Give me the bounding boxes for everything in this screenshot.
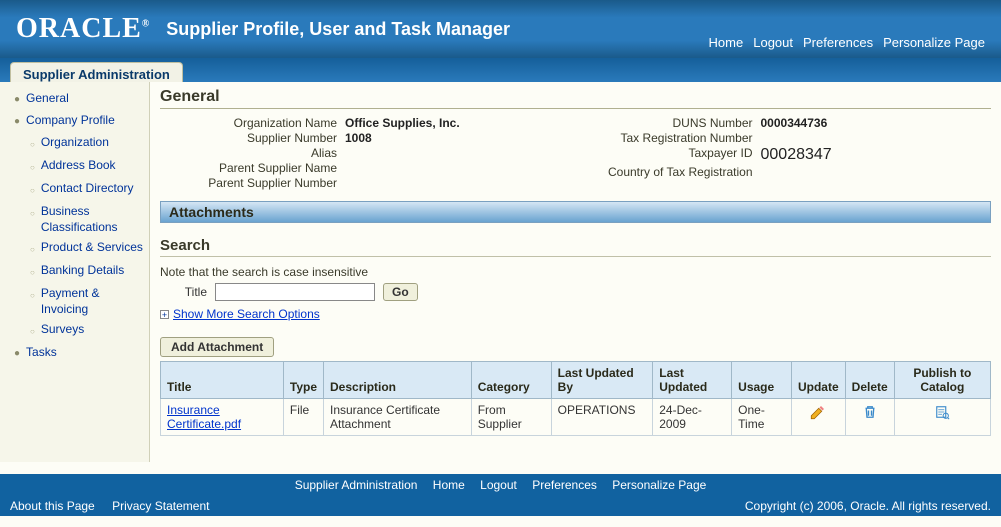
search-title-label: Title (160, 285, 215, 299)
col-description[interactable]: Description (324, 362, 472, 399)
nav-logout[interactable]: Logout (753, 35, 793, 50)
search-header: Search (160, 237, 991, 257)
label-tax-reg: Tax Registration Number (576, 131, 761, 145)
nav-home[interactable]: Home (709, 35, 744, 50)
ring-icon: ○ (30, 206, 35, 222)
label-alias: Alias (160, 146, 345, 160)
app-title: Supplier Profile, User and Task Manager (166, 19, 510, 40)
footer-about[interactable]: About this Page (10, 499, 95, 513)
attachments-table: Title Type Description Category Last Upd… (160, 361, 991, 436)
show-more-link[interactable]: Show More Search Options (173, 307, 320, 321)
footer-privacy[interactable]: Privacy Statement (112, 499, 209, 513)
cell-updated: 24-Dec-2009 (653, 399, 732, 436)
col-updated[interactable]: Last Updated (653, 362, 732, 399)
expand-icon: + (160, 310, 169, 319)
col-update[interactable]: Update (791, 362, 845, 399)
footer-links: Supplier Administration Home Logout Pref… (0, 474, 1001, 496)
ring-icon: ○ (30, 160, 35, 176)
bullet-icon: ● (14, 114, 20, 130)
label-country: Country of Tax Registration (576, 165, 761, 179)
search-title-input[interactable] (215, 283, 375, 301)
sidebar-tasks[interactable]: ●Tasks (0, 342, 149, 364)
publish-icon[interactable] (933, 410, 951, 424)
cell-usage: One-Time (732, 399, 792, 436)
ring-icon: ○ (30, 324, 35, 340)
go-button[interactable]: Go (383, 283, 418, 301)
sidebar-product-services[interactable]: ○Product & Services (0, 237, 149, 260)
general-details: Organization NameOffice Supplies, Inc. S… (160, 115, 991, 191)
sidebar-payment-invoicing[interactable]: ○Payment & Invoicing (0, 283, 149, 319)
nav-personalize[interactable]: Personalize Page (883, 35, 985, 50)
sidebar-surveys[interactable]: ○Surveys (0, 319, 149, 342)
top-nav: Home Logout Preferences Personalize Page (709, 35, 985, 50)
footer-supplier-admin[interactable]: Supplier Administration (295, 478, 418, 492)
cell-type: File (283, 399, 323, 436)
footer-home[interactable]: Home (433, 478, 465, 492)
tab-bar: Supplier Administration (0, 58, 1001, 82)
ring-icon: ○ (30, 183, 35, 199)
nav-preferences[interactable]: Preferences (803, 35, 873, 50)
sidebar-general[interactable]: ●General (0, 88, 149, 110)
col-type[interactable]: Type (283, 362, 323, 399)
sidebar-business-classifications[interactable]: ○Business Classifications (0, 201, 149, 237)
footer-copyright: Copyright (c) 2006, Oracle. All rights r… (745, 499, 991, 513)
value-taxpayer: 00028347 (761, 146, 832, 164)
label-parent-name: Parent Supplier Name (160, 161, 345, 175)
section-title-general: General (160, 88, 991, 109)
footer-personalize[interactable]: Personalize Page (612, 478, 706, 492)
oracle-logo: ORACLE® (16, 13, 150, 45)
attachment-title-link[interactable]: Insurance Certificate.pdf (167, 403, 241, 431)
add-attachment-button[interactable]: Add Attachment (160, 337, 274, 357)
search-note: Note that the search is case insensitive (160, 265, 991, 279)
col-publish[interactable]: Publish to Catalog (894, 362, 990, 399)
sidebar-organization[interactable]: ○Organization (0, 132, 149, 155)
content-area: General Organization NameOffice Supplies… (150, 82, 1001, 462)
label-org-name: Organization Name (160, 116, 345, 130)
attachments-header: Attachments (160, 201, 991, 223)
sidebar-address-book[interactable]: ○Address Book (0, 155, 149, 178)
footer-bottom: About this Page Privacy Statement Copyri… (0, 496, 1001, 516)
ring-icon: ○ (30, 288, 35, 304)
ring-icon: ○ (30, 242, 35, 258)
sidebar-contact-directory[interactable]: ○Contact Directory (0, 178, 149, 201)
value-org-name: Office Supplies, Inc. (345, 116, 460, 130)
col-delete[interactable]: Delete (845, 362, 894, 399)
ring-icon: ○ (30, 265, 35, 281)
col-updated-by[interactable]: Last Updated By (551, 362, 653, 399)
cell-updated-by: OPERATIONS (551, 399, 653, 436)
footer-preferences[interactable]: Preferences (532, 478, 597, 492)
cell-category: From Supplier (471, 399, 551, 436)
ring-icon: ○ (30, 137, 35, 153)
footer-logout[interactable]: Logout (480, 478, 517, 492)
cell-description: Insurance Certificate Attachment (324, 399, 472, 436)
sidebar: ●General ●Company Profile ○Organization … (0, 82, 150, 462)
label-supplier-num: Supplier Number (160, 131, 345, 145)
label-taxpayer: Taxpayer ID (576, 146, 761, 164)
bullet-icon: ● (14, 346, 20, 362)
value-duns: 0000344736 (761, 116, 828, 130)
sidebar-banking-details[interactable]: ○Banking Details (0, 260, 149, 283)
bullet-icon: ● (14, 92, 20, 108)
sidebar-company-profile[interactable]: ●Company Profile (0, 110, 149, 132)
col-usage[interactable]: Usage (732, 362, 792, 399)
table-row: Insurance Certificate.pdf File Insurance… (161, 399, 991, 436)
app-header: ORACLE® Supplier Profile, User and Task … (0, 0, 1001, 58)
value-supplier-num: 1008 (345, 131, 372, 145)
label-duns: DUNS Number (576, 116, 761, 130)
col-category[interactable]: Category (471, 362, 551, 399)
show-more-search[interactable]: + Show More Search Options (160, 307, 991, 321)
trash-icon[interactable] (861, 410, 879, 424)
pencil-icon[interactable] (809, 410, 827, 424)
col-title[interactable]: Title (161, 362, 284, 399)
label-parent-num: Parent Supplier Number (160, 176, 345, 190)
